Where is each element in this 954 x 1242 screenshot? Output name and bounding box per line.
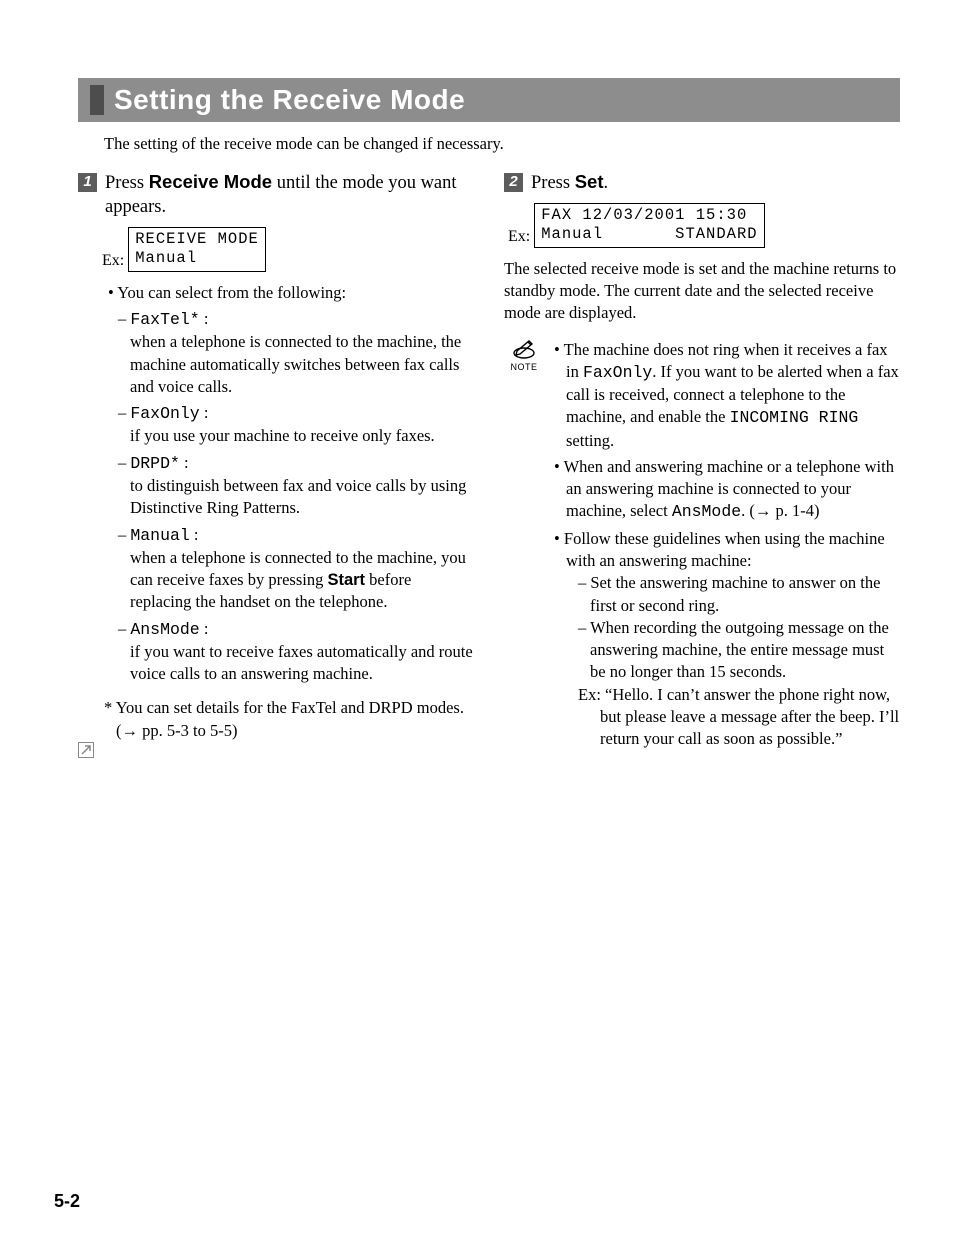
- note3-example: Ex: “Hello. I can’t answer the phone rig…: [578, 684, 900, 751]
- opt-faxonly-colon: :: [200, 403, 209, 422]
- opt-manual-desc: when a telephone is connected to the mac…: [130, 547, 474, 614]
- step2-pre: Press: [531, 173, 575, 193]
- lcd-display-2: FAX 12/03/2001 15:30 Manual STANDARD: [534, 203, 764, 248]
- note3-sub1: Set the answering machine to answer on t…: [578, 572, 900, 617]
- page-number: 5-2: [54, 1191, 80, 1212]
- note-2: When and answering machine or a telephon…: [554, 456, 900, 524]
- opt-faxonly-name: FaxOnly: [130, 404, 199, 423]
- opt-faxtel: – FaxTel* :: [118, 308, 474, 331]
- set-key: Set: [575, 171, 604, 192]
- note-block: NOTE The machine does not ring when it r…: [504, 339, 900, 755]
- step-number-1: 1: [78, 173, 97, 192]
- step-number-2: 2: [504, 173, 523, 192]
- opt-ansmode-desc: if you want to receive faxes automatical…: [130, 641, 474, 686]
- note-icon-wrap: NOTE: [504, 339, 544, 373]
- note-1: The machine does not ring when it receiv…: [554, 339, 900, 452]
- lcd-display-1: RECEIVE MODE Manual: [128, 227, 266, 272]
- opt-faxtel-name: FaxTel*: [130, 310, 199, 329]
- receive-mode-key: Receive Mode: [149, 171, 272, 192]
- opt-faxonly-desc: if you use your machine to receive only …: [130, 425, 474, 447]
- opt-ansmode: – AnsMode :: [118, 618, 474, 641]
- note3-text: Follow these guidelines when using the m…: [564, 529, 885, 570]
- opt-manual-pre: when a telephone is connected to the mac…: [130, 548, 466, 589]
- note-3: Follow these guidelines when using the m…: [554, 528, 900, 751]
- opt-drpd-name: DRPD*: [130, 454, 180, 473]
- lcd-example-1: Ex: RECEIVE MODE Manual: [102, 227, 474, 272]
- opt-manual-colon: :: [190, 525, 199, 544]
- step2-post: .: [603, 173, 608, 193]
- section-heading: Setting the Receive Mode: [78, 78, 900, 122]
- opt-drpd: – DRPD* :: [118, 452, 474, 475]
- opt-ansmode-colon: :: [200, 619, 209, 638]
- note1-post: setting.: [566, 431, 614, 450]
- step-1-instruction: Press Receive Mode until the mode you wa…: [105, 170, 474, 219]
- intro-text: The setting of the receive mode can be c…: [104, 134, 900, 154]
- note1-code2: INCOMING RING: [730, 408, 859, 427]
- right-column: 2 Press Set. Ex: FAX 12/03/2001 15:30 Ma…: [504, 170, 900, 754]
- note2-post: . (→ p. 1-4): [741, 501, 819, 520]
- note-list: The machine does not ring when it receiv…: [554, 339, 900, 755]
- note3-sub2: When recording the outgoing message on t…: [578, 617, 900, 684]
- opt-faxtel-colon: :: [200, 309, 209, 328]
- opt-faxonly: – FaxOnly :: [118, 402, 474, 425]
- step1-pre: Press: [105, 173, 149, 193]
- note-label: NOTE: [510, 361, 537, 373]
- left-column: 1 Press Receive Mode until the mode you …: [78, 170, 474, 754]
- opt-manual: – Manual :: [118, 524, 474, 547]
- step-2-header: 2 Press Set.: [504, 170, 900, 195]
- opt-faxtel-desc: when a telephone is connected to the mac…: [130, 331, 474, 398]
- note-3-sublist: Set the answering machine to answer on t…: [578, 572, 900, 683]
- footnote: * You can set details for the FaxTel and…: [104, 697, 474, 742]
- note2-code: AnsMode: [672, 502, 741, 521]
- step2-result: The selected receive mode is set and the…: [504, 258, 900, 325]
- heading-marker: [90, 85, 104, 115]
- step-2-instruction: Press Set.: [531, 170, 608, 195]
- options-intro-list: You can select from the following:: [108, 282, 474, 304]
- mode-options: – FaxTel* : when a telephone is connecte…: [118, 308, 474, 685]
- opt-drpd-desc: to distinguish between fax and voice cal…: [130, 475, 474, 520]
- ex-label-1: Ex:: [102, 250, 124, 272]
- opt-drpd-colon: :: [180, 453, 189, 472]
- heading-text: Setting the Receive Mode: [114, 84, 465, 116]
- step-1-header: 1 Press Receive Mode until the mode you …: [78, 170, 474, 219]
- ex-label-2: Ex:: [508, 226, 530, 248]
- link-arrow-icon: [78, 742, 94, 758]
- opt-ansmode-name: AnsMode: [130, 620, 199, 639]
- pencil-icon: [511, 339, 537, 359]
- start-key: Start: [327, 571, 365, 589]
- select-intro: You can select from the following:: [108, 282, 474, 304]
- opt-manual-name: Manual: [130, 526, 189, 545]
- lcd-example-2: Ex: FAX 12/03/2001 15:30 Manual STANDARD: [508, 203, 900, 248]
- note1-code1: FaxOnly: [583, 363, 652, 382]
